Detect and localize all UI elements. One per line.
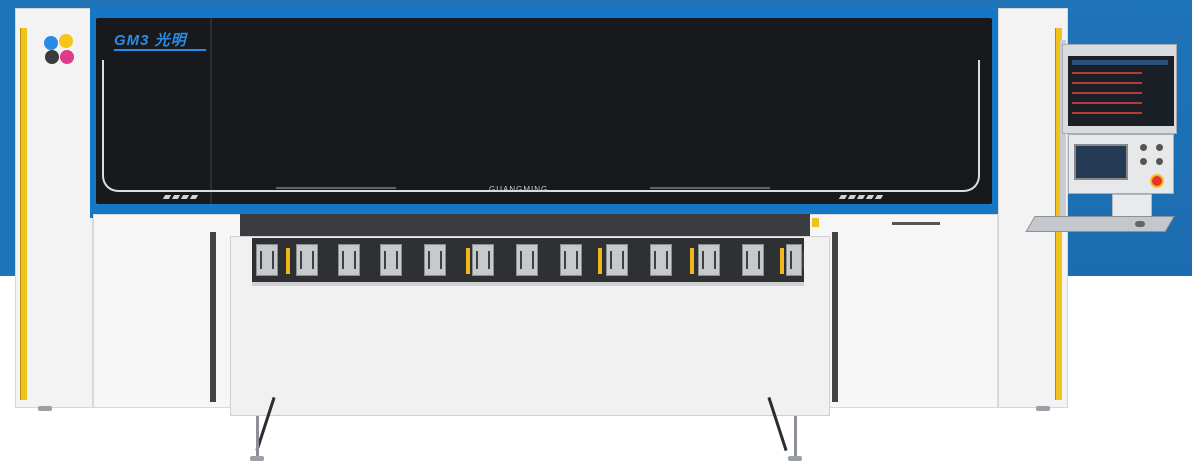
vacuum-roller bbox=[516, 244, 538, 276]
column-foot-left bbox=[38, 406, 52, 411]
vacuum-roller bbox=[560, 244, 582, 276]
left-side-slot bbox=[210, 232, 216, 402]
head-trim-line bbox=[102, 60, 980, 192]
yellow-clip bbox=[690, 248, 694, 274]
vacuum-roller bbox=[650, 244, 672, 276]
table-foot-left bbox=[250, 456, 264, 461]
yellow-clip bbox=[466, 248, 470, 274]
right-stripes bbox=[838, 186, 885, 199]
monitor-row bbox=[1072, 102, 1142, 104]
vacuum-roller bbox=[256, 244, 278, 276]
column-foot-right bbox=[1036, 406, 1050, 411]
yellow-dot bbox=[59, 34, 73, 48]
monitor-row bbox=[1072, 72, 1142, 74]
black-dot bbox=[45, 50, 59, 64]
vacuum-roller bbox=[786, 244, 804, 276]
hmi-screen bbox=[1074, 144, 1128, 180]
yellow-clip bbox=[780, 248, 784, 274]
ink-dots-logo bbox=[44, 34, 76, 66]
vacuum-roller bbox=[338, 244, 360, 276]
warning-label bbox=[812, 218, 819, 227]
belt-edge bbox=[252, 282, 804, 286]
brand-logo: GM3 光明 bbox=[114, 32, 187, 49]
vacuum-roller bbox=[380, 244, 402, 276]
monitor-toolbar bbox=[1072, 60, 1168, 65]
monitor-row bbox=[1072, 82, 1142, 84]
head-vent-left bbox=[276, 187, 396, 189]
keyboard-tray bbox=[1025, 216, 1175, 232]
yellow-clip bbox=[286, 248, 290, 274]
emergency-stop-button bbox=[1150, 174, 1164, 188]
mouse bbox=[1135, 221, 1145, 227]
panel-button bbox=[1140, 158, 1147, 165]
vacuum-roller bbox=[424, 244, 446, 276]
left-safety-light-curtain bbox=[20, 28, 27, 400]
vacuum-roller bbox=[742, 244, 764, 276]
magenta-dot bbox=[60, 50, 74, 64]
table-leg-post-right bbox=[794, 416, 797, 456]
head-brand-text: GUANGMING bbox=[489, 185, 549, 194]
right-side-slot bbox=[832, 232, 838, 402]
monitor-screen bbox=[1068, 56, 1174, 126]
panel-button bbox=[1156, 144, 1163, 151]
right-panel-handle bbox=[892, 222, 940, 225]
left-stripes bbox=[162, 186, 200, 199]
monitor-row bbox=[1072, 112, 1142, 114]
vacuum-roller bbox=[698, 244, 720, 276]
vacuum-roller bbox=[606, 244, 628, 276]
head-bottom-blue-bar bbox=[90, 206, 998, 214]
panel-button bbox=[1140, 144, 1147, 151]
vacuum-roller bbox=[296, 244, 318, 276]
yellow-clip bbox=[598, 248, 602, 274]
vacuum-roller bbox=[472, 244, 494, 276]
table-leg-post-left bbox=[256, 416, 259, 456]
head-vent-right bbox=[650, 187, 770, 189]
table-foot-right bbox=[788, 456, 802, 461]
brand-underline bbox=[114, 49, 206, 51]
panel-button bbox=[1156, 158, 1163, 165]
feed-opening bbox=[240, 214, 810, 236]
cyan-dot bbox=[44, 36, 58, 50]
monitor-row bbox=[1072, 92, 1142, 94]
